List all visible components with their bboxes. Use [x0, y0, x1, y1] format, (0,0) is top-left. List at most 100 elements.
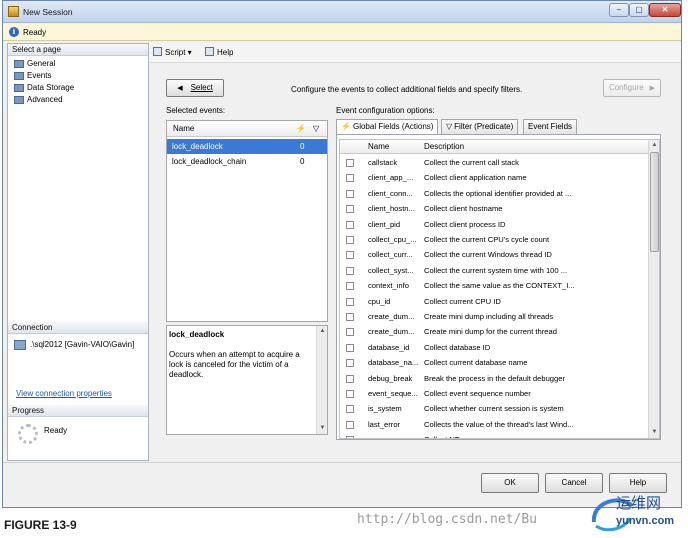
field-name: collect_curr...: [368, 250, 413, 260]
field-checkbox[interactable]: [346, 159, 354, 167]
events-grid-header: Name ⚡ ▽: [167, 121, 327, 137]
field-row[interactable]: is_system Collect whether current session…: [340, 401, 659, 416]
field-checkbox[interactable]: [346, 266, 354, 275]
script-button[interactable]: Script ▾: [153, 47, 192, 57]
name-column-header[interactable]: Name: [173, 124, 194, 133]
field-name: client_app_...: [368, 173, 414, 183]
ok-button[interactable]: OK: [481, 473, 539, 493]
field-checkbox[interactable]: [346, 174, 354, 183]
field-checkbox[interactable]: [346, 236, 354, 244]
field-name: context_info: [368, 281, 409, 291]
select-page-header: Select a page: [8, 44, 148, 56]
minimize-button[interactable]: –: [609, 3, 629, 17]
field-description: Break the process in the default debugge…: [424, 373, 565, 383]
fields-scrollbar[interactable]: ▲ ▼: [648, 140, 659, 438]
lightning-icon: ⚡: [296, 124, 306, 133]
close-button[interactable]: ✕: [649, 3, 681, 17]
field-row[interactable]: client_conn... Collects the optional iden…: [340, 186, 659, 201]
field-checkbox[interactable]: [346, 359, 354, 368]
tab-filter-predicate[interactable]: ▽ Filter (Predicate): [441, 119, 519, 134]
tab-global-fields[interactable]: ⚡ Global Fields (Actions): [336, 119, 439, 135]
field-row[interactable]: callstack Collect the current call stack: [340, 155, 659, 170]
field-checkbox[interactable]: [346, 313, 354, 321]
description-column-header[interactable]: Description: [424, 142, 464, 151]
select-button[interactable]: ◀ Select: [166, 79, 224, 97]
page-data-storage[interactable]: Data Storage: [14, 82, 74, 94]
global-fields-grid[interactable]: Name Description callstack Collect the cu…: [339, 139, 660, 439]
description-scrollbar[interactable]: ▲ ▼: [316, 326, 327, 434]
field-row[interactable]: cpu_id Collect current CPU ID: [340, 294, 659, 309]
field-row[interactable]: client_pid Collect client process ID: [340, 217, 659, 232]
figure-caption: FIGURE 13-9: [4, 518, 77, 532]
field-row[interactable]: create_dum... Create mini dump including …: [340, 309, 659, 324]
page-events[interactable]: Events: [14, 70, 51, 82]
page-label: General: [27, 59, 56, 68]
field-row[interactable]: debug_break Break the process in the defa…: [340, 371, 659, 386]
field-row[interactable]: event_seque... Collect event sequence num…: [340, 386, 659, 401]
field-checkbox[interactable]: [346, 205, 354, 214]
field-checkbox[interactable]: [346, 189, 354, 198]
configure-button[interactable]: Configure ▶: [603, 79, 661, 97]
tab-event-fields[interactable]: Event Fields: [523, 119, 578, 134]
field-name: event_seque...: [368, 389, 418, 398]
description-title: lock_deadlock: [169, 330, 225, 339]
field-description: Collect the same value as the CONTEXT_I.…: [424, 281, 575, 291]
field-row[interactable]: client_app_... Collect client application…: [340, 170, 659, 185]
help-toolbar-button[interactable]: Help: [205, 47, 233, 57]
field-description: Collect NT...: [424, 432, 590, 438]
event-row[interactable]: lock_deadlock 0: [167, 139, 327, 154]
event-row[interactable]: lock_deadlock_chain 0: [167, 154, 327, 169]
field-description: Collect the current CPU's cycle count: [424, 235, 550, 244]
page-icon: [14, 84, 24, 92]
field-row[interactable]: database_id Collect database ID: [340, 340, 659, 355]
field-checkbox[interactable]: [346, 220, 354, 229]
field-checkbox[interactable]: [346, 282, 354, 291]
field-checkbox[interactable]: [346, 251, 354, 260]
field-description: Collect client application name: [424, 173, 527, 183]
field-checkbox[interactable]: [346, 374, 354, 383]
field-description: Collect the current Windows thread ID: [424, 250, 552, 260]
field-row[interactable]: collect_syst... Collect the current syste…: [340, 263, 659, 278]
scroll-up-icon[interactable]: ▲: [318, 327, 327, 336]
field-row[interactable]: last_error Collects the value of the thre…: [340, 417, 659, 432]
field-row[interactable]: client_hostn... Collect client hostname: [340, 201, 659, 216]
view-connection-properties-link[interactable]: View connection properties: [16, 389, 112, 398]
progress-header: Progress: [8, 405, 148, 417]
instruction-text: Configure the events to collect addition…: [291, 85, 523, 94]
page-general[interactable]: General: [14, 58, 55, 70]
field-row[interactable]: collect_curr... Collect the current Windo…: [340, 247, 659, 262]
field-description: Collect the current system time with 100…: [424, 265, 568, 275]
field-row[interactable]: database_na... Collect current database n…: [340, 355, 659, 370]
scroll-down-icon[interactable]: ▼: [318, 424, 327, 433]
page-icon: [14, 72, 24, 80]
field-name: client_pid: [368, 219, 401, 229]
field-checkbox[interactable]: [346, 405, 354, 414]
selected-events-list[interactable]: Name ⚡ ▽ lock_deadlock 0 lock_deadlock_c…: [166, 120, 328, 322]
field-checkbox[interactable]: [346, 297, 354, 306]
description-text: Occurs when an attempt to acquire a lock…: [169, 350, 300, 379]
page-label: Events: [27, 71, 52, 80]
scroll-down-icon[interactable]: ▼: [650, 428, 659, 437]
name-column-header[interactable]: Name: [368, 142, 389, 151]
field-row[interactable]: create_dum... Create mini dump for the cu…: [340, 324, 659, 339]
field-checkbox[interactable]: [346, 390, 354, 398]
selected-events-label: Selected events:: [166, 106, 226, 115]
field-checkbox[interactable]: [346, 420, 354, 429]
field-row[interactable]: ... Collect NT...: [340, 432, 659, 438]
title-bar[interactable]: New Session – ▢ ✕: [3, 1, 681, 23]
page-label: Advanced: [27, 95, 63, 104]
field-checkbox[interactable]: [346, 436, 354, 438]
field-checkbox[interactable]: [346, 343, 354, 352]
logo-url: yunvn.com: [616, 515, 675, 527]
maximize-button[interactable]: ▢: [629, 3, 649, 17]
field-name: create_dum...: [368, 327, 415, 337]
page-label: Data Storage: [27, 83, 75, 92]
field-row[interactable]: collect_cpu_... Collect the current CPU's…: [340, 232, 659, 247]
page-advanced[interactable]: Advanced: [14, 94, 63, 106]
site-logo: 运维网 yunvn.com: [586, 488, 684, 536]
field-row[interactable]: context_info Collect the same value as th…: [340, 278, 659, 293]
scrollbar-thumb[interactable]: [650, 152, 659, 252]
scroll-up-icon[interactable]: ▲: [650, 141, 659, 150]
field-checkbox[interactable]: [346, 328, 354, 337]
select-label: Select: [190, 83, 213, 92]
